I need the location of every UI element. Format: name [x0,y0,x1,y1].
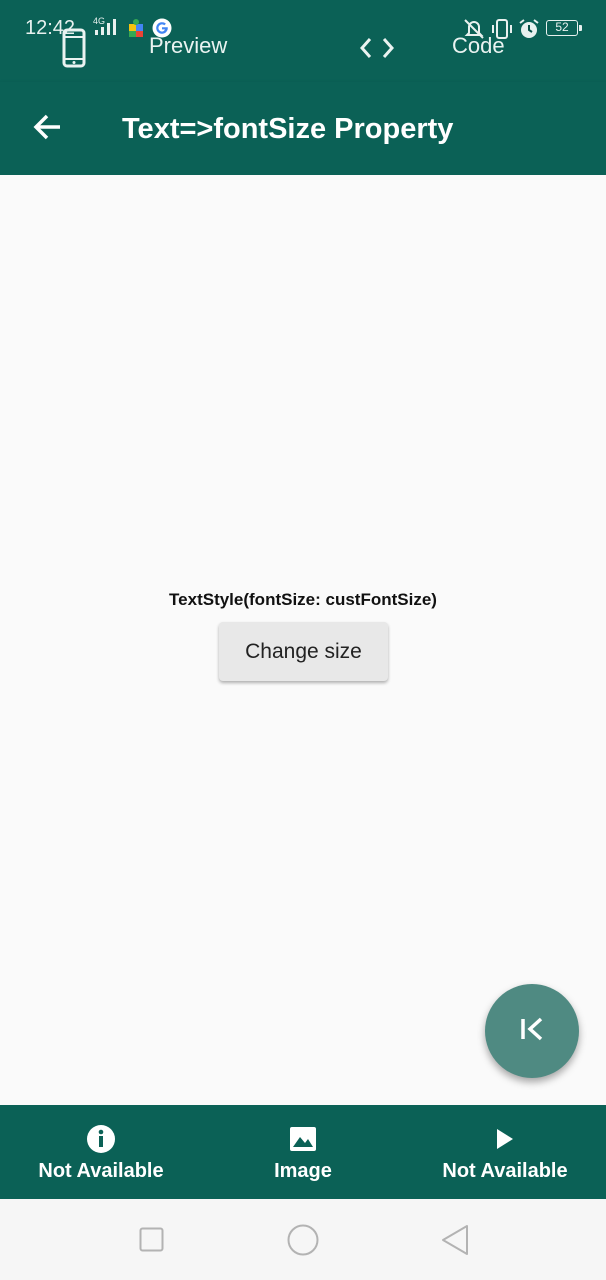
page-title: Text=>fontSize Property [122,113,454,145]
bottom-navigation: Not Available Image Not Available [0,1105,606,1199]
main-content: TextStyle(fontSize: custFontSize) Change… [0,175,606,1105]
status-time: 12:42 [25,17,76,39]
app-bar: Text=>fontSize Property [0,82,606,175]
recents-square-icon[interactable] [139,1227,164,1257]
status-right-icons: 52 [462,18,582,40]
nav-item-info[interactable]: Not Available [0,1105,202,1199]
vibrate-icon [490,18,514,45]
top-tab-bar: Preview Code 12:42 4G 52 [0,0,606,82]
system-navigation-bar [0,1199,606,1280]
puzzle-icon [127,18,145,43]
back-triangle-icon[interactable] [441,1224,469,1261]
back-button[interactable] [22,104,72,154]
signal-icon: 4G [93,17,123,37]
battery-icon: 52 [546,18,582,40]
arrow-left-icon [32,113,62,146]
first-page-button[interactable] [485,984,579,1078]
status-bar: 12:42 4G 52 [0,0,606,42]
image-icon [290,1125,316,1153]
vibrate-off-icon [462,18,486,45]
battery-level: 52 [546,20,582,36]
first-page-icon [518,1016,546,1047]
nav-item-label: Image [274,1160,332,1182]
play-icon [496,1125,514,1153]
info-icon [87,1125,115,1153]
nav-item-label: Not Available [38,1160,164,1182]
nav-item-play[interactable]: Not Available [404,1105,606,1199]
alarm-icon [518,18,540,45]
nav-item-label: Not Available [442,1160,568,1182]
google-icon [152,18,172,43]
home-circle-icon[interactable] [287,1224,319,1261]
change-size-button[interactable]: Change size [219,622,388,681]
nav-item-image[interactable]: Image [202,1105,404,1199]
demo-text: TextStyle(fontSize: custFontSize) [169,590,437,609]
